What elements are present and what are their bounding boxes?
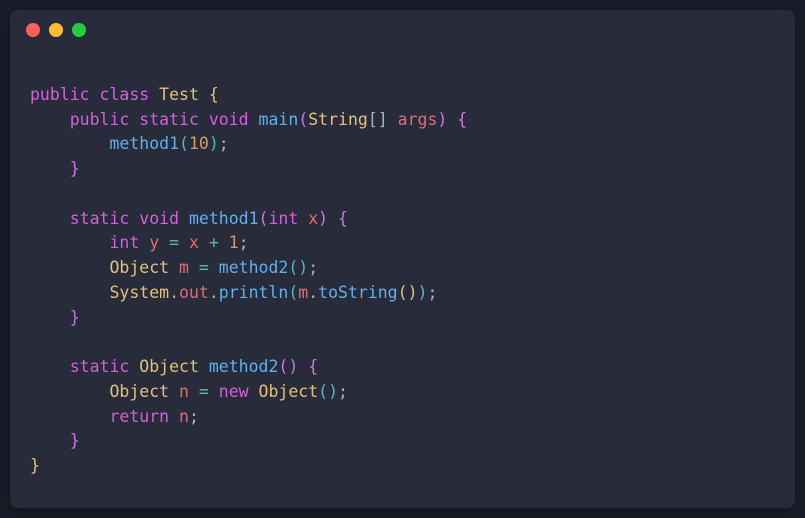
close-icon[interactable] bbox=[26, 23, 40, 37]
bracket: [ bbox=[368, 110, 378, 129]
code-line: } bbox=[30, 308, 80, 327]
class-name: Test bbox=[159, 85, 199, 104]
operator: = bbox=[199, 258, 209, 277]
paren: ( bbox=[288, 258, 298, 277]
semicolon: ; bbox=[427, 283, 437, 302]
keyword: int bbox=[268, 209, 298, 228]
paren: ) bbox=[209, 134, 219, 153]
titlebar bbox=[10, 10, 795, 50]
paren: ( bbox=[398, 283, 408, 302]
code-line: method1(10); bbox=[30, 134, 229, 153]
type: Object bbox=[109, 382, 169, 401]
semicolon: ; bbox=[338, 382, 348, 401]
semicolon: ; bbox=[219, 134, 229, 153]
variable: y bbox=[149, 233, 159, 252]
code-line: static void method1(int x) { bbox=[30, 209, 348, 228]
brace: } bbox=[70, 159, 80, 178]
paren: ) bbox=[328, 382, 338, 401]
method-name: main bbox=[259, 110, 299, 129]
brace: } bbox=[70, 308, 80, 327]
operator: + bbox=[209, 233, 219, 252]
brace: { bbox=[457, 110, 467, 129]
brace: } bbox=[30, 456, 40, 475]
minimize-icon[interactable] bbox=[49, 23, 63, 37]
code-line: } bbox=[30, 431, 80, 450]
variable: n bbox=[179, 407, 189, 426]
variable: m bbox=[179, 258, 189, 277]
paren: ( bbox=[259, 209, 269, 228]
dot: . bbox=[169, 283, 179, 302]
keyword: int bbox=[109, 233, 139, 252]
keyword: static bbox=[70, 209, 130, 228]
code-line: public static void main(String[] args) { bbox=[30, 110, 467, 129]
code-line: } bbox=[30, 159, 80, 178]
paren: ) bbox=[288, 357, 298, 376]
brace: } bbox=[70, 431, 80, 450]
paren: ( bbox=[298, 110, 308, 129]
brace: { bbox=[308, 357, 318, 376]
type: Object bbox=[259, 382, 319, 401]
maximize-icon[interactable] bbox=[72, 23, 86, 37]
paren: ) bbox=[437, 110, 447, 129]
keyword: return bbox=[109, 407, 169, 426]
code-line: System.out.println(m.toString()); bbox=[30, 283, 437, 302]
code-line: Object n = new Object(); bbox=[30, 382, 348, 401]
paren: ( bbox=[278, 357, 288, 376]
code-line: public class Test { bbox=[30, 85, 219, 104]
variable: m bbox=[298, 283, 308, 302]
keyword: static bbox=[139, 110, 199, 129]
dot: . bbox=[308, 283, 318, 302]
method-call: method2 bbox=[219, 258, 289, 277]
paren: ) bbox=[418, 283, 428, 302]
paren: ) bbox=[318, 209, 328, 228]
code-line: static Object method2() { bbox=[30, 357, 318, 376]
keyword: public bbox=[70, 110, 130, 129]
paren: ) bbox=[298, 258, 308, 277]
code-line: } bbox=[30, 456, 40, 475]
keyword: class bbox=[100, 85, 150, 104]
number: 1 bbox=[229, 233, 239, 252]
paren: ( bbox=[288, 283, 298, 302]
parameter: x bbox=[308, 209, 318, 228]
keyword: new bbox=[219, 382, 249, 401]
number: 10 bbox=[189, 134, 209, 153]
variable: x bbox=[189, 233, 199, 252]
type: String bbox=[308, 110, 368, 129]
semicolon: ; bbox=[189, 407, 199, 426]
brace: { bbox=[338, 209, 348, 228]
operator: = bbox=[169, 233, 179, 252]
semicolon: ; bbox=[239, 233, 249, 252]
keyword: public bbox=[30, 85, 90, 104]
bracket: ] bbox=[378, 110, 388, 129]
paren: ) bbox=[408, 283, 418, 302]
type: System bbox=[109, 283, 169, 302]
parameter: args bbox=[398, 110, 438, 129]
paren: ( bbox=[318, 382, 328, 401]
method-call: println bbox=[219, 283, 289, 302]
method-name: method1 bbox=[189, 209, 259, 228]
brace: { bbox=[209, 85, 219, 104]
method-name: method2 bbox=[209, 357, 279, 376]
code-window: public class Test { public static void m… bbox=[10, 10, 795, 508]
keyword: static bbox=[70, 357, 130, 376]
code-line: return n; bbox=[30, 407, 199, 426]
keyword: void bbox=[209, 110, 249, 129]
code-line: int y = x + 1; bbox=[30, 233, 249, 252]
method-call: toString bbox=[318, 283, 397, 302]
keyword: void bbox=[139, 209, 179, 228]
field: out bbox=[179, 283, 209, 302]
semicolon: ; bbox=[308, 258, 318, 277]
code-line: Object m = method2(); bbox=[30, 258, 318, 277]
code-content: public class Test { public static void m… bbox=[10, 50, 795, 499]
method-call: method1 bbox=[109, 134, 179, 153]
paren: ( bbox=[179, 134, 189, 153]
variable: n bbox=[179, 382, 189, 401]
type: Object bbox=[139, 357, 199, 376]
dot: . bbox=[209, 283, 219, 302]
operator: = bbox=[199, 382, 209, 401]
type: Object bbox=[109, 258, 169, 277]
